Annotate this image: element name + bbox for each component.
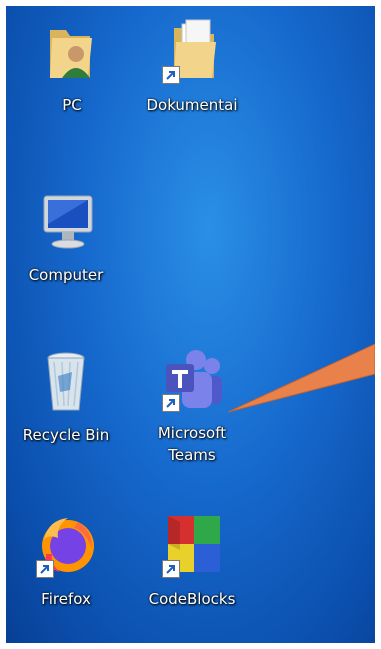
callout-pointer — [227, 343, 375, 413]
desktop: PC Dokumentai Computer Recycle Bin Micro… — [6, 6, 375, 643]
